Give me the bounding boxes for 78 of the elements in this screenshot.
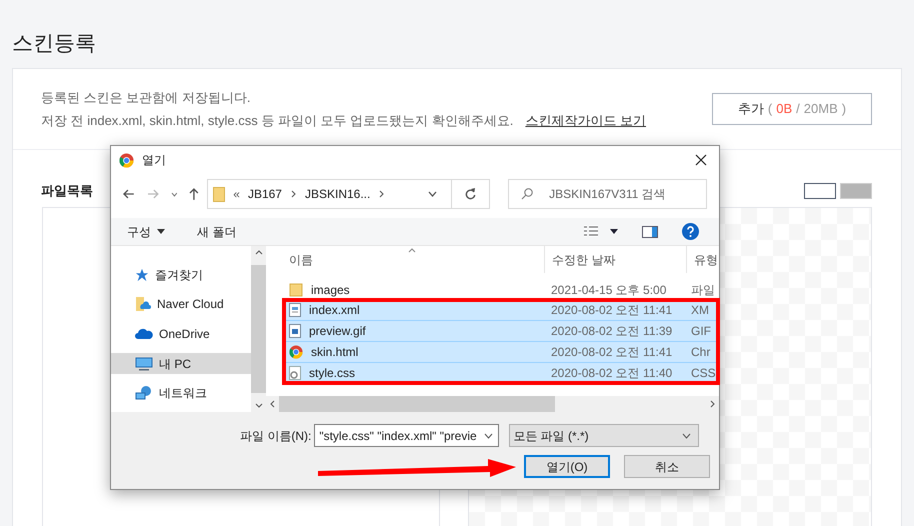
filename-field[interactable]: "style.css" "index.xml" "previe <box>314 424 500 447</box>
cancel-button[interactable]: 취소 <box>624 455 710 478</box>
navigation-item[interactable]: Naver Cloud <box>111 294 251 316</box>
navigation-item[interactable]: 내 PC <box>111 352 251 374</box>
file-type: Chr <box>690 344 710 361</box>
chrome-icon <box>119 152 134 168</box>
network-icon <box>135 385 153 402</box>
scroll-right-icon[interactable] <box>710 400 715 408</box>
add-button[interactable]: 추가 ( 0B / 20MB ) <box>712 93 872 125</box>
file-list-title: 파일목록 <box>41 182 93 200</box>
chevron-down-icon[interactable] <box>428 191 438 197</box>
search-icon <box>521 188 534 200</box>
preview-pane-icon[interactable] <box>642 226 658 238</box>
up-arrow-icon[interactable] <box>189 188 200 200</box>
file-name: preview.gif <box>309 323 366 340</box>
close-icon[interactable] <box>695 154 707 166</box>
navigation-item[interactable]: 네트워크 <box>111 382 251 404</box>
file-name: index.xml <box>309 302 360 319</box>
computer-icon <box>135 356 153 371</box>
column-header[interactable]: 수정한 날짜 <box>545 246 687 273</box>
breadcrumb-item[interactable]: JBSKIN16... <box>304 185 370 203</box>
notice-text: 저장 전 index.xml, skin.html, style.css 등 파일이 모두 업로드됐는지 확인해주세요. <box>41 112 514 130</box>
chevron-right-icon[interactable] <box>379 190 384 198</box>
dialog-title: 열기 <box>142 152 166 169</box>
page-title: 스킨등록 <box>12 31 96 57</box>
sort-up-icon <box>408 248 416 253</box>
scroll-up-icon[interactable] <box>254 250 262 255</box>
organize-menu[interactable]: 구성 <box>127 222 165 240</box>
modified-date: 2020-08-02 오전 11:39 <box>550 323 674 340</box>
file-type: GIF <box>690 323 711 340</box>
star-icon <box>135 268 149 282</box>
chevron-down-icon[interactable] <box>170 192 178 196</box>
background-toggle[interactable] <box>804 182 836 198</box>
back-arrow-icon[interactable] <box>123 189 135 199</box>
scroll-left-icon[interactable] <box>270 400 275 408</box>
modified-date: 2021-04-15 오후 5:00 <box>550 282 668 298</box>
file-row[interactable]: images 2021-04-15 오후 5:00 파일 <box>282 279 719 300</box>
column-header[interactable]: 이름 <box>282 246 545 273</box>
folder-icon <box>213 186 226 202</box>
horizontal-scrollbar[interactable] <box>266 396 719 412</box>
open-button[interactable]: 열기(O) <box>524 455 610 478</box>
caret-icon <box>157 229 165 234</box>
help-icon[interactable] <box>682 223 699 240</box>
folder-icon <box>135 296 151 312</box>
notice-text: 등록된 스킨은 보관함에 저장됩니다. <box>41 89 250 107</box>
modified-date: 2020-08-02 오전 11:40 <box>550 365 674 382</box>
chrome-icon <box>289 345 303 359</box>
search-field[interactable]: JBSKIN167V311 검색 <box>508 179 707 209</box>
column-header[interactable]: 유형 <box>687 246 719 273</box>
new-folder-button[interactable]: 새 폴더 <box>197 222 236 240</box>
modified-date: 2020-08-02 오전 11:41 <box>550 344 674 361</box>
file-name: skin.html <box>311 344 358 361</box>
view-options-icon[interactable] <box>584 226 598 238</box>
file-type: XM <box>690 302 709 319</box>
folder-icon <box>289 282 303 296</box>
file-type-select[interactable]: 모든 파일 (*.*) <box>509 424 700 447</box>
image-file-icon <box>289 324 301 338</box>
caret-icon[interactable] <box>610 229 618 234</box>
breadcrumb-prefix: « <box>233 186 240 203</box>
scrollbar[interactable] <box>251 246 266 412</box>
scroll-down-icon[interactable] <box>254 403 262 408</box>
chevron-right-icon[interactable] <box>290 190 296 198</box>
filename-label: 파일 이름(N): <box>240 428 312 444</box>
guide-link[interactable]: 스킨제작가이드 보기 <box>525 110 646 130</box>
file-name: images <box>311 282 350 298</box>
file-type: CSS <box>690 365 716 382</box>
breadcrumb-item[interactable]: JB167 <box>248 185 282 203</box>
cloud-icon <box>135 328 153 340</box>
modified-date: 2020-08-02 오전 11:41 <box>550 302 674 319</box>
chevron-down-icon <box>682 432 692 438</box>
file-type: 파일 <box>690 282 715 298</box>
navigation-item[interactable]: 즐겨찾기 <box>111 264 251 286</box>
navigation-item[interactable]: OneDrive <box>111 323 251 345</box>
address-bar[interactable]: « JB167 JBSKIN16... <box>207 179 490 209</box>
refresh-icon[interactable] <box>465 188 476 200</box>
document-icon <box>289 303 301 317</box>
chevron-down-icon <box>484 432 494 438</box>
file-name: style.css <box>309 365 356 382</box>
